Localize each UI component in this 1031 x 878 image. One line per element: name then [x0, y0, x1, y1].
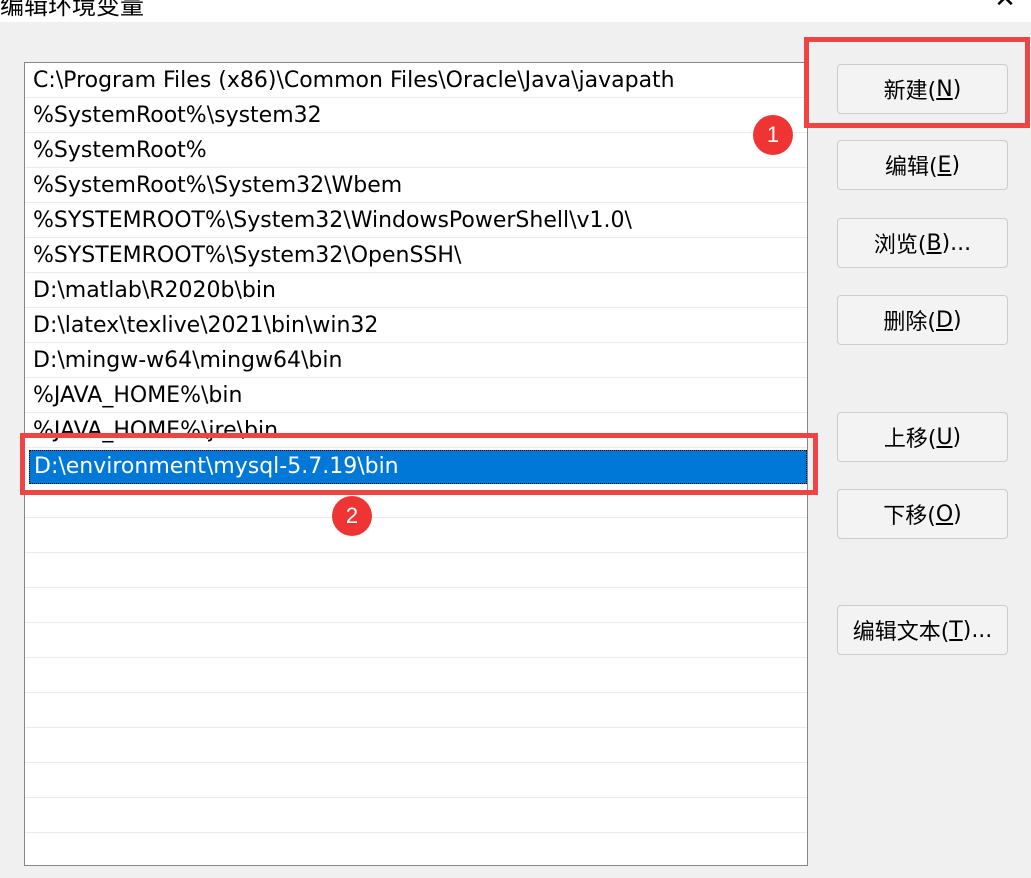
new-button-label-end: ) — [952, 76, 962, 102]
edit-text-button-access-key: T — [949, 617, 963, 643]
list-item[interactable]: %JAVA_HOME%\bin — [25, 378, 807, 413]
path-list[interactable]: C:\Program Files (x86)\Common Files\Orac… — [24, 62, 808, 866]
list-item-empty[interactable] — [25, 623, 807, 658]
list-item-empty[interactable] — [25, 798, 807, 833]
delete-button[interactable]: 删除(D) — [837, 295, 1008, 345]
move-down-button[interactable]: 下移(O) — [837, 489, 1008, 539]
list-item-text: %SYSTEMROOT%\System32\OpenSSH\ — [33, 243, 462, 268]
delete-button-label-end: ) — [952, 307, 962, 333]
step-badge-1: 1 — [753, 115, 793, 155]
move-up-button-access-key: U — [936, 424, 953, 450]
list-item-empty[interactable] — [25, 763, 807, 798]
edit-text-button-label-end: )... — [962, 617, 993, 643]
edit-button[interactable]: 编辑(E) — [837, 140, 1008, 190]
list-item[interactable]: %SYSTEMROOT%\System32\WindowsPowerShell\… — [25, 203, 807, 238]
list-item-text: %JAVA_HOME%\jre\bin — [33, 418, 279, 443]
list-item-empty[interactable] — [25, 553, 807, 588]
list-item-text: D:\environment\mysql-5.7.19\bin — [34, 454, 399, 479]
step-badge-2: 2 — [332, 496, 372, 536]
list-item-text: D:\mingw-w64\mingw64\bin — [33, 348, 343, 373]
list-item-text: %SystemRoot% — [33, 138, 207, 163]
list-item-text: %SYSTEMROOT%\System32\WindowsPowerShell\… — [33, 208, 632, 233]
move-down-button-access-key: O — [935, 501, 954, 527]
delete-button-access-key: D — [936, 307, 953, 333]
list-item[interactable]: D:\matlab\R2020b\bin — [25, 273, 807, 308]
dialog-title-bar: 编辑环境变量 ✕ — [0, 0, 1031, 22]
list-item-empty[interactable] — [25, 483, 807, 518]
new-button-access-key: N — [936, 76, 953, 102]
move-up-button-label: 上移( — [883, 427, 937, 452]
edit-button-label: 编辑( — [884, 155, 938, 180]
list-item-empty[interactable] — [25, 658, 807, 693]
list-item[interactable]: D:\latex\texlive\2021\bin\win32 — [25, 308, 807, 343]
close-icon[interactable]: ✕ — [990, 0, 1020, 14]
new-button[interactable]: 新建(N) — [837, 64, 1008, 114]
list-item-selected[interactable]: D:\environment\mysql-5.7.19\bin — [29, 450, 807, 484]
list-item[interactable]: D:\mingw-w64\mingw64\bin — [25, 343, 807, 378]
dialog-title: 编辑环境变量 — [0, 0, 144, 20]
list-item-text: D:\matlab\R2020b\bin — [33, 278, 276, 303]
list-item[interactable]: C:\Program Files (x86)\Common Files\Orac… — [25, 63, 807, 98]
new-button-label: 新建( — [883, 79, 937, 104]
list-item[interactable]: %SystemRoot%\system32 — [25, 98, 807, 133]
list-item-empty[interactable] — [25, 693, 807, 728]
list-item[interactable]: %SystemRoot%\System32\Wbem — [25, 168, 807, 203]
list-item-text: %SystemRoot%\System32\Wbem — [33, 173, 403, 198]
browse-button-label-end: )... — [941, 230, 972, 256]
move-up-button[interactable]: 上移(U) — [837, 412, 1008, 462]
list-item-text: D:\latex\texlive\2021\bin\win32 — [33, 313, 379, 338]
move-down-button-label-end: ) — [953, 501, 962, 527]
browse-button[interactable]: 浏览(B)... — [837, 218, 1008, 268]
list-item-empty[interactable] — [25, 518, 807, 553]
browse-button-access-key: B — [926, 230, 942, 256]
edit-button-access-key: E — [937, 152, 952, 178]
list-item-text: %JAVA_HOME%\bin — [33, 383, 243, 408]
move-down-button-label: 下移( — [883, 504, 936, 529]
list-item-text: %SystemRoot%\system32 — [33, 103, 322, 128]
browse-button-label: 浏览( — [873, 233, 927, 258]
edit-text-button-label: 编辑文本( — [852, 620, 950, 645]
list-item-text: C:\Program Files (x86)\Common Files\Orac… — [33, 68, 675, 93]
list-item-empty[interactable] — [25, 588, 807, 623]
edit-text-button[interactable]: 编辑文本(T)... — [837, 605, 1008, 655]
edit-button-label-end: ) — [951, 152, 961, 178]
list-item[interactable]: %SYSTEMROOT%\System32\OpenSSH\ — [25, 238, 807, 273]
list-item-empty[interactable] — [25, 728, 807, 763]
move-up-button-label-end: ) — [952, 424, 962, 450]
list-item[interactable]: %JAVA_HOME%\jre\bin — [25, 413, 807, 448]
delete-button-label: 删除( — [883, 310, 937, 335]
list-item[interactable]: %SystemRoot% — [25, 133, 807, 168]
